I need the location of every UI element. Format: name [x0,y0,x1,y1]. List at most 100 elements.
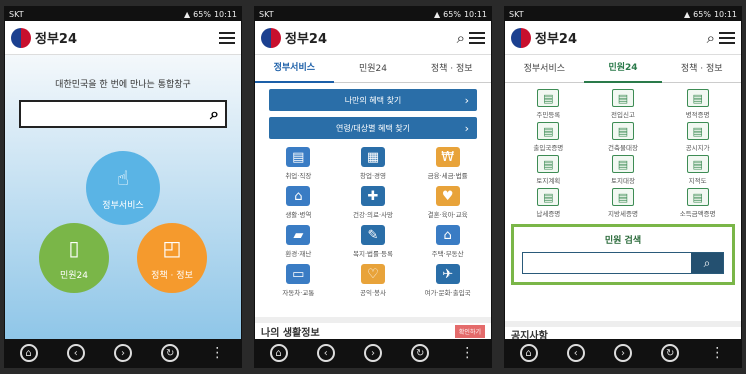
briefcase-icon: ▤ [286,147,311,167]
tab-policy-info[interactable]: 정책 · 정보 [662,56,741,82]
signal-icon: ▲ [434,9,441,19]
status-bar: SKT ▲ 65% 10:11 [255,7,491,21]
minwon-item[interactable]: ▤ 지방세증명 [586,188,661,218]
more-icon[interactable]: ⋮ [208,344,226,362]
service-category-item[interactable]: ♡ 공익·봉사 [336,264,411,297]
carrier-label: SKT [9,9,24,19]
minwon-item-label: 토지계획 [536,177,561,185]
document-icon: ▤ [686,89,709,107]
forward-icon[interactable]: › [363,344,382,362]
document-icon: ▤ [537,122,560,140]
service-category-label: 창업·경영 [359,172,386,180]
minwon-item-label: 주민등록 [536,111,561,119]
document-icon: ▤ [537,89,560,107]
service-category-item[interactable]: ♥ 결혼·육아·교육 [410,186,485,219]
app-title: 정부24 [285,32,328,47]
my-benefit-button[interactable]: 나만의 혜택 찾기 › [269,89,477,111]
home-icon[interactable]: ⌂ [269,344,288,362]
tab-minwon24[interactable]: 민원24 [334,56,413,82]
minwon24-button[interactable]: ▯ 민원24 [39,223,109,293]
service-category-item[interactable]: ▤ 취업·직장 [261,147,336,180]
service-category-item[interactable]: ⌂ 생활·병역 [261,186,336,219]
minwon-search-button[interactable]: ⌕ [691,253,723,273]
refresh-icon[interactable]: ↻ [661,344,680,362]
home-icon[interactable]: ⌂ [19,344,38,362]
minwon-item[interactable]: ▤ 병적증명 [660,89,735,119]
minwon-item[interactable]: ▤ 납세증명 [511,188,586,218]
app-title: 정부24 [535,32,578,47]
minwon-item[interactable]: ▤ 건축물대장 [586,122,661,152]
minwon-item[interactable]: ▤ 출입국증명 [511,122,586,152]
age-benefit-button[interactable]: 연령/대상별 혜택 찾기 › [269,117,477,139]
life-info-bar: 나의 생활정보 확인하기 [255,317,491,339]
minwon-item[interactable]: ▤ 전입신고 [586,89,661,119]
back-icon[interactable]: ‹ [66,344,85,362]
document-icon: ▤ [611,155,634,173]
service-category-item[interactable]: ▰ 환경·재난 [261,225,336,258]
refresh-icon[interactable]: ↻ [411,344,430,362]
house-icon: ⌂ [286,186,311,206]
notice-title: 공지사항 [505,321,741,342]
gov-logo-icon [11,27,31,48]
minwon-item[interactable]: ▤ 주민등록 [511,89,586,119]
tab-gov-service[interactable]: 정부서비스 [505,56,584,82]
service-category-item[interactable]: ⌂ 주택·부동산 [410,225,485,258]
time-label: 10:11 [463,9,487,19]
service-category-label: 여가·문화·출입국 [424,289,471,297]
policy-info-button[interactable]: ◰ 정책 · 정보 [137,223,207,293]
phone-screen-gov-service: SKT ▲ 65% 10:11 정부24 ⌕ 정부서비스 민원24 정책 · 정보 … [254,6,492,368]
tab-minwon24[interactable]: 민원24 [583,55,663,83]
hamburger-menu-icon[interactable] [469,31,485,44]
more-icon[interactable]: ⋮ [458,344,476,362]
search-icon[interactable]: ⌕ [707,29,715,47]
search-input[interactable]: ⌕ [19,100,227,128]
home-icon[interactable]: ⌂ [519,344,538,362]
minwon-item[interactable]: ▤ 공시지가 [660,122,735,152]
tab-policy-info[interactable]: 정책 · 정보 [412,56,491,82]
my-benefit-label: 나만의 혜택 찾기 [344,95,402,105]
service-category-item[interactable]: ▦ 창업·경영 [336,147,411,180]
more-icon[interactable]: ⋮ [708,344,726,362]
service-category-label: 공익·봉사 [359,289,386,297]
service-category-item[interactable]: ✚ 건강·의료·사망 [336,186,411,219]
age-benefit-label: 연령/대상별 혜택 찾기 [335,123,411,133]
minwon-item[interactable]: ▤ 지적도 [660,155,735,185]
tagline: 대한민국을 한 번에 만나는 통합창구 [55,80,191,90]
refresh-icon[interactable]: ↻ [161,344,180,362]
minwon-item-label: 건축물대장 [608,144,638,152]
forward-icon[interactable]: › [113,344,132,362]
hamburger-menu-icon[interactable] [719,31,735,44]
service-category-item[interactable]: ▭ 자동차·교통 [261,264,336,297]
life-info-button[interactable]: 확인하기 [454,324,485,338]
android-nav-bar: ⌂ ‹ › ↻ ⋮ [5,339,241,367]
minwon-item[interactable]: ▤ 소득금액증명 [660,188,735,218]
search-icon[interactable]: ⌕ [457,29,465,47]
gov-service-button[interactable]: ☝ 정부서비스 [86,151,160,225]
minwon-item-label: 전입신고 [611,111,635,119]
hamburger-menu-icon[interactable] [219,31,235,44]
minwon-search-input[interactable] [523,253,691,273]
service-category-label: 금융·세금·법률 [427,172,468,180]
service-category-item[interactable]: ✎ 복지·법률·등록 [336,225,411,258]
minwon-item-label: 지적도 [688,177,707,185]
document-icon: ▤ [686,122,709,140]
search-icon[interactable]: ⌕ [210,104,219,124]
minwon-item-label: 공시지가 [685,144,710,152]
document-icon: ▤ [686,155,709,173]
policy-info-label: 정책 · 정보 [151,270,193,281]
minwon-item-label: 지방세증명 [608,210,638,218]
minwon-item[interactable]: ▤ 토지계획 [511,155,586,185]
back-icon[interactable]: ‹ [316,344,335,362]
leisure-icon: ✈ [435,264,460,284]
minwon-item-label: 납세증명 [536,210,561,218]
signal-icon: ▲ [184,9,191,19]
minwon-item[interactable]: ▤ 토지대장 [586,155,661,185]
back-icon[interactable]: ‹ [566,344,585,362]
android-nav-bar: ⌂ ‹ › ↻ ⋮ [255,339,491,367]
forward-icon[interactable]: › [613,344,632,362]
tab-gov-service[interactable]: 정부서비스 [255,55,334,83]
phone-screen-home: SKT ▲ 65% 10:11 정부24 대한민국을 한 번에 만나는 통합창구 ⌕… [4,6,242,368]
stroller-icon: ♥ [435,186,460,206]
service-category-item[interactable]: ✈ 여가·문화·출입국 [410,264,485,297]
service-category-item[interactable]: ₩ 금융·세금·법률 [410,147,485,180]
